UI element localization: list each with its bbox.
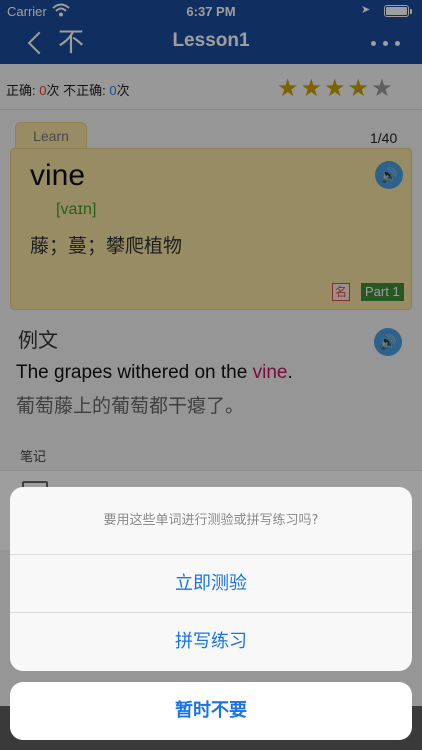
action-sheet: 要用这些单词进行测验或拼写练习吗? 立即测验 拼写练习 — [10, 487, 412, 671]
spelling-practice-button[interactable]: 拼写练习 — [10, 613, 412, 671]
action-sheet-message: 要用这些单词进行测验或拼写练习吗? — [10, 487, 412, 555]
quiz-now-button[interactable]: 立即测验 — [10, 555, 412, 613]
not-now-button[interactable]: 暂时不要 — [10, 682, 412, 740]
